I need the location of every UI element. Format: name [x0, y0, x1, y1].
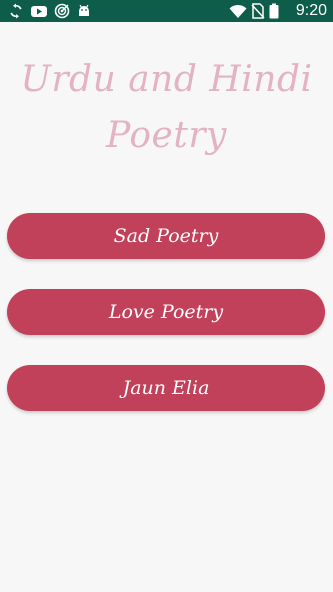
youtube-icon [31, 6, 47, 17]
battery-icon [269, 3, 279, 19]
status-bar: 9:20 [0, 0, 333, 22]
no-sim-icon [251, 3, 265, 19]
jaun-elia-label: Jaun Elia [122, 377, 210, 399]
sync-icon [10, 3, 22, 19]
sad-poetry-button[interactable]: Sad Poetry [7, 213, 325, 259]
jaun-elia-button[interactable]: Jaun Elia [7, 365, 325, 411]
wifi-icon [229, 4, 247, 18]
android-icon [79, 4, 89, 16]
love-poetry-button[interactable]: Love Poetry [7, 289, 325, 335]
love-poetry-label: Love Poetry [108, 301, 224, 323]
app-title: Urdu and Hindi Poetry [20, 59, 313, 156]
radar-icon [54, 3, 70, 19]
sad-poetry-label: Sad Poetry [113, 225, 219, 247]
clock: 9:20 [295, 2, 327, 19]
